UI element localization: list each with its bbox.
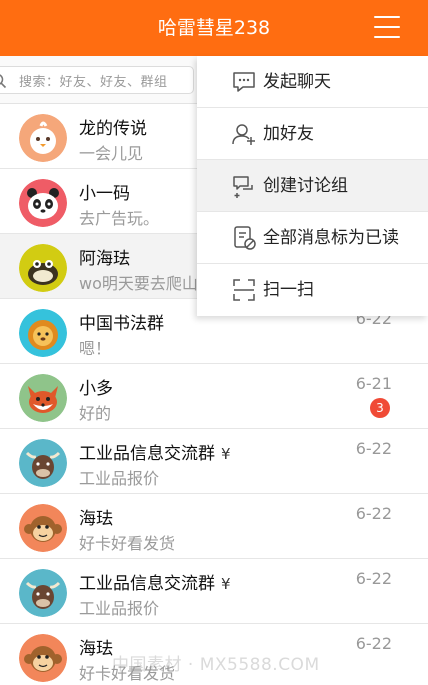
menu-item-label: 扫一扫 bbox=[263, 280, 314, 300]
monkey-avatar-icon bbox=[19, 504, 67, 552]
popup-menu: 发起聊天 加好友 创建讨论组 全部消息标为已读 扫一扫 bbox=[197, 56, 428, 316]
chat-name-text: 工业品信息交流群 bbox=[79, 574, 215, 594]
scan-icon bbox=[233, 279, 255, 301]
chat-name: 海珐 bbox=[79, 639, 113, 659]
chat-name: 阿海珐 bbox=[79, 249, 130, 269]
title-bar: 哈雷彗星238 bbox=[0, 0, 428, 56]
panda-avatar-icon bbox=[19, 179, 67, 227]
chat-time: 6-22 bbox=[355, 504, 392, 523]
chat-time: 6-22 bbox=[355, 634, 392, 653]
menu-item-label: 创建讨论组 bbox=[263, 176, 348, 196]
chat-preview: 一会儿见 bbox=[79, 144, 144, 163]
menu-icon[interactable] bbox=[374, 16, 400, 38]
chat-time: 6-22 bbox=[355, 569, 392, 588]
chat-preview: 好的 bbox=[79, 404, 112, 423]
unread-badge: 3 bbox=[370, 398, 390, 418]
chat-name: 龙的传说 bbox=[79, 119, 147, 139]
chat-preview: 嗯！ bbox=[79, 339, 112, 358]
chat-preview: 好卡好看发货 bbox=[79, 534, 176, 553]
chat-name-text: 工业品信息交流群 bbox=[79, 444, 215, 464]
menu-item-scan[interactable]: 扫一扫 bbox=[197, 264, 428, 316]
page-title: 哈雷彗星238 bbox=[157, 17, 271, 39]
menu-item-label: 加好友 bbox=[263, 124, 314, 144]
fox-avatar-icon bbox=[19, 374, 67, 422]
menu-item-label: 发起聊天 bbox=[263, 72, 331, 92]
add-friend-icon bbox=[232, 124, 255, 145]
chat-name: 小多 bbox=[79, 379, 113, 399]
menu-item-create-group[interactable]: 创建讨论组 bbox=[197, 160, 428, 212]
chat-preview: 工业品报价 bbox=[79, 469, 160, 488]
chat-row[interactable]: 工业品信息交流群 ¥ 工业品报价 6-22 bbox=[0, 429, 428, 494]
chat-name: 工业品信息交流群 ¥ bbox=[79, 439, 231, 464]
search-placeholder: 搜索：好友、好友、群组 bbox=[19, 75, 168, 90]
chat-preview: 工业品报价 bbox=[79, 599, 160, 618]
menu-item-mark-all-read[interactable]: 全部消息标为已读 bbox=[197, 212, 428, 264]
chat-time: 6-22 bbox=[355, 439, 392, 458]
chat-name: 小一码 bbox=[79, 184, 130, 204]
mark-read-icon bbox=[234, 226, 256, 250]
yak-avatar-icon bbox=[19, 569, 67, 617]
chat-row[interactable]: 小多 好的 6-21 3 bbox=[0, 364, 428, 429]
menu-item-label: 全部消息标为已读 bbox=[263, 228, 399, 248]
chat-preview: wo明天要去爬山 bbox=[79, 274, 198, 293]
monster-avatar-icon bbox=[19, 244, 67, 292]
chat-preview: 去广告玩。 bbox=[79, 209, 160, 228]
chat-name: 中国书法群 bbox=[79, 314, 164, 334]
yen-icon: ¥ bbox=[221, 445, 231, 463]
lion-avatar-icon bbox=[19, 309, 67, 357]
chat-row[interactable]: 工业品信息交流群 ¥ 工业品报价 6-22 bbox=[0, 559, 428, 624]
chat-name: 海珐 bbox=[79, 509, 113, 529]
chat-row[interactable]: 海珐 好卡好看发货 6-22 bbox=[0, 494, 428, 559]
watermark: 中国素材 · MX5588.COM bbox=[112, 655, 320, 675]
chick-avatar-icon bbox=[19, 114, 67, 162]
yak-avatar-icon bbox=[19, 439, 67, 487]
monkey-avatar-icon bbox=[19, 634, 67, 682]
chat-name: 工业品信息交流群 ¥ bbox=[79, 569, 231, 594]
chat-bubble-icon bbox=[233, 72, 255, 92]
search-input[interactable]: 搜索：好友、好友、群组 bbox=[0, 66, 194, 94]
discussion-group-icon bbox=[233, 176, 253, 198]
menu-item-start-chat[interactable]: 发起聊天 bbox=[197, 56, 428, 108]
search-icon bbox=[0, 74, 7, 89]
menu-item-add-friend[interactable]: 加好友 bbox=[197, 108, 428, 160]
chat-time: 6-21 bbox=[355, 374, 392, 393]
yen-icon: ¥ bbox=[221, 575, 231, 593]
